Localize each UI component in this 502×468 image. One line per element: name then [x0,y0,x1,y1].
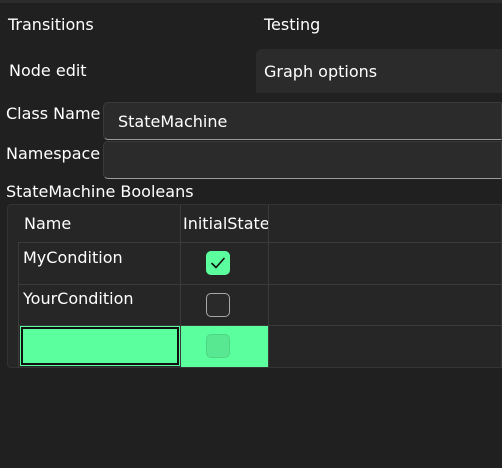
grid-line [18,284,502,285]
grid-row-header-divider [18,242,19,367]
column-header-initial-state[interactable]: InitialState [183,214,270,233]
booleans-title: StateMachine Booleans [6,182,194,201]
namespace-input[interactable] [103,141,502,179]
top-divider [0,0,502,3]
new-row-initial-state-checkbox[interactable] [206,334,230,358]
tab-node-edit-label: Node edit [9,60,87,80]
column-header-name[interactable]: Name [24,214,71,233]
check-icon [211,257,225,269]
grid-column-divider [268,205,269,367]
initial-state-checkbox-mycondition[interactable] [206,251,230,275]
grid-line [18,242,502,243]
row-name-yourcondition[interactable]: YourCondition [23,289,134,308]
tab-testing[interactable]: Testing [256,4,502,44]
class-name-value: StateMachine [118,111,228,131]
initial-state-checkbox-yourcondition[interactable] [206,293,230,317]
tab-transitions-label: Transitions [8,14,94,34]
namespace-label: Namespace [6,144,101,163]
tab-node-edit[interactable]: Node edit [1,49,251,91]
tab-graph-options[interactable]: Graph options [256,49,502,93]
class-name-label: Class Name [6,104,101,123]
tab-transitions[interactable]: Transitions [0,4,250,44]
row-name-mycondition[interactable]: MyCondition [23,248,123,267]
tab-testing-label: Testing [264,14,321,34]
class-name-input[interactable]: StateMachine [103,102,502,140]
new-row-name-input[interactable] [20,326,180,366]
tab-graph-options-label: Graph options [264,61,378,81]
